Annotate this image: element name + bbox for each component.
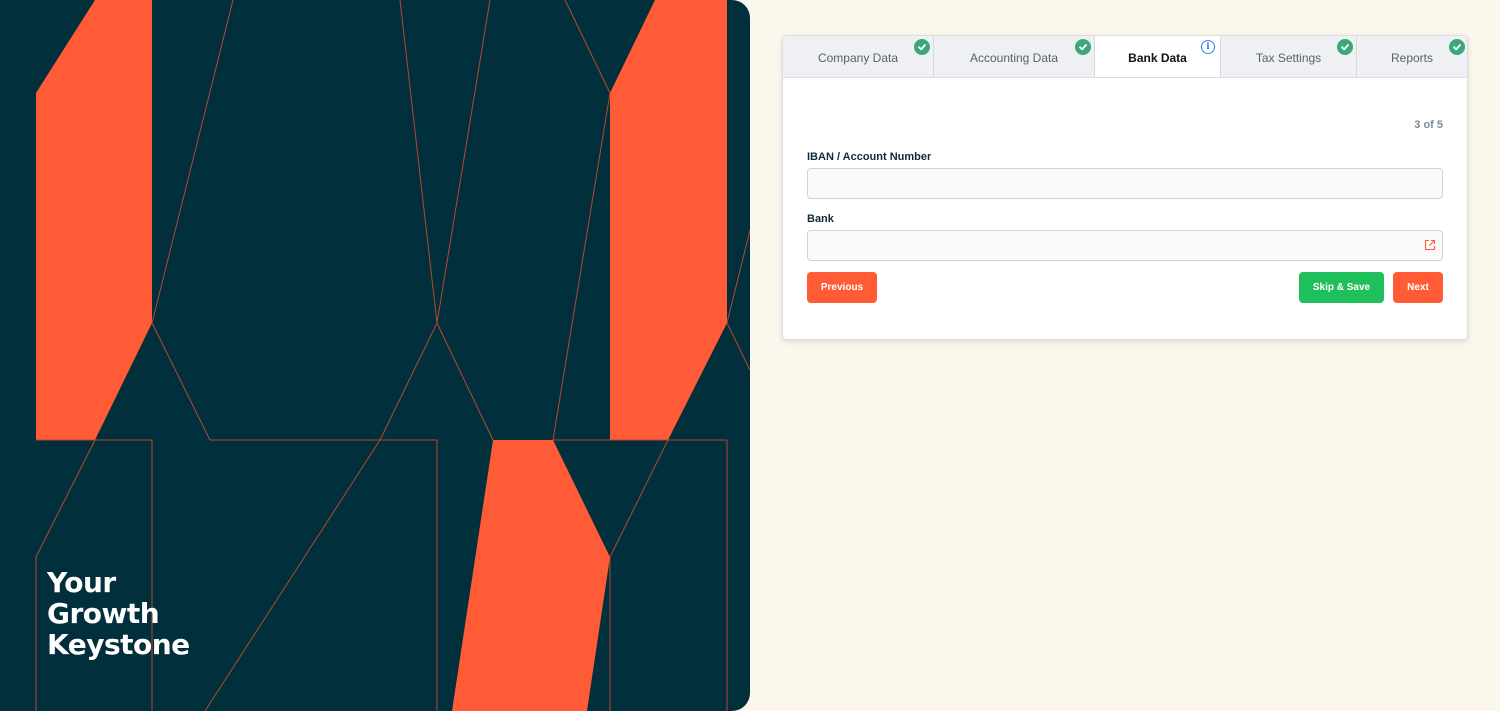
wizard-tabs: Company Data Accounting Data Bank Data i… (783, 36, 1467, 78)
iban-label: IBAN / Account Number (807, 151, 932, 163)
tab-tax-settings[interactable]: Tax Settings (1221, 36, 1357, 77)
tab-company-data[interactable]: Company Data (783, 36, 934, 77)
hero-tagline: Your Growth Keystone (47, 567, 190, 660)
iban-input[interactable] (807, 168, 1443, 199)
info-circle-icon: i (1201, 40, 1215, 54)
tab-label: Bank Data (1128, 51, 1187, 65)
orange-shape-bottom (452, 440, 610, 711)
next-button[interactable]: Next (1393, 272, 1443, 303)
bank-label: Bank (807, 213, 834, 225)
bank-input[interactable] (807, 230, 1443, 261)
tagline-line: Your (47, 566, 116, 599)
check-circle-icon (1449, 39, 1465, 55)
orange-shape-right (610, 0, 727, 440)
tab-label: Accounting Data (969, 50, 1059, 65)
tagline-line: Growth (47, 597, 160, 630)
check-circle-icon (1337, 39, 1353, 55)
tab-reports[interactable]: Reports (1357, 36, 1467, 77)
orange-shape-left (36, 0, 152, 440)
tab-bank-data[interactable]: Bank Data i (1095, 36, 1221, 77)
check-circle-icon (1075, 39, 1091, 55)
tab-label: Tax Settings (1255, 50, 1322, 65)
tab-label: Reports (1390, 50, 1434, 65)
check-circle-icon (914, 39, 930, 55)
tagline-line: Keystone (47, 628, 190, 661)
skip-and-save-button[interactable]: Skip & Save (1299, 272, 1384, 303)
hero-panel: Your Growth Keystone (0, 0, 750, 711)
step-indicator: 3 of 5 (1414, 119, 1443, 131)
tab-label: Company Data (817, 50, 899, 65)
setup-wizard-card: Company Data Accounting Data Bank Data i… (782, 35, 1468, 340)
previous-button[interactable]: Previous (807, 272, 877, 303)
tab-accounting-data[interactable]: Accounting Data (934, 36, 1095, 77)
external-link-icon[interactable] (1424, 238, 1436, 251)
